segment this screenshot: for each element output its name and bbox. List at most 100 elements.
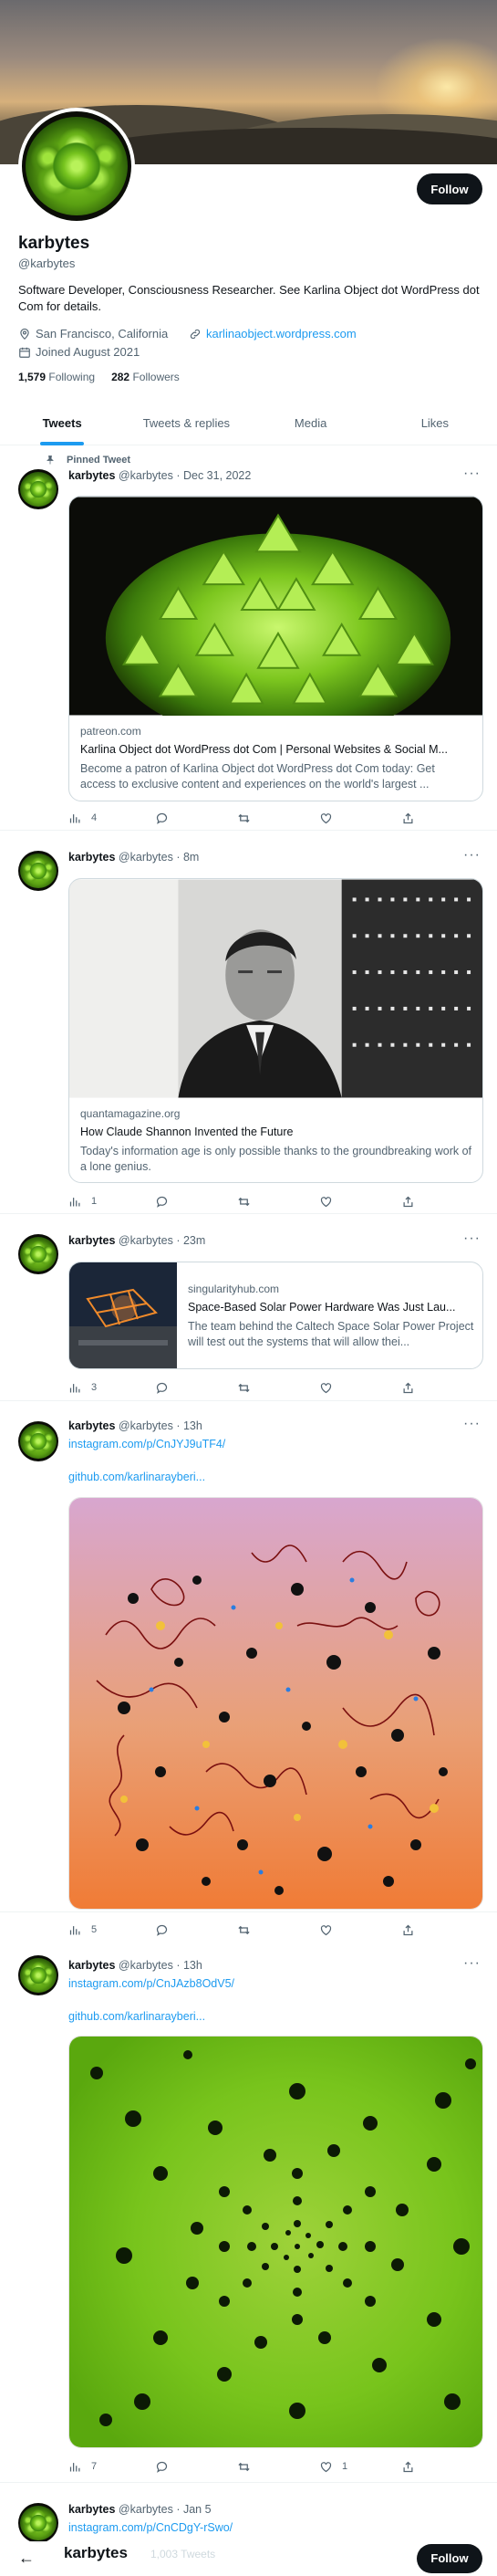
- tweet-header: karbytes @karbytes · 13h: [68, 1959, 202, 1972]
- retweet-button[interactable]: [237, 1195, 260, 1209]
- tweet-meta[interactable]: @karbytes · 23m: [119, 1234, 205, 1247]
- tweet-meta[interactable]: @karbytes · Jan 5: [119, 2503, 212, 2516]
- retweet-icon: [238, 1197, 250, 1206]
- like-button[interactable]: [319, 812, 342, 825]
- card-domain: patreon.com: [80, 725, 141, 738]
- tweet-link-instagram[interactable]: instagram.com/p/CnCDgY-rSwo/: [68, 2521, 233, 2534]
- share-button[interactable]: [401, 2460, 424, 2474]
- tweet[interactable]: Pinned Tweet karbytes @karbytes · Dec 31…: [0, 445, 497, 831]
- more-options-icon[interactable]: ···: [463, 1230, 481, 1247]
- tab-media[interactable]: Media: [249, 402, 373, 445]
- tweet-author-name[interactable]: karbytes: [68, 1234, 115, 1247]
- follow-button-sticky[interactable]: Follow: [417, 2543, 482, 2573]
- website-link[interactable]: karlinaobject.wordpress.com: [206, 327, 357, 340]
- tweet-avatar[interactable]: [18, 1955, 58, 1995]
- tweet-link-github[interactable]: github.com/karlinarayberi...: [68, 1471, 205, 1483]
- retweet-button[interactable]: [237, 1923, 260, 1937]
- tweet-link-github[interactable]: github.com/karlinarayberi...: [68, 2010, 205, 2023]
- profile-joined: Joined August 2021: [18, 345, 140, 359]
- card-image: [69, 879, 482, 1098]
- reply-button[interactable]: [155, 1195, 178, 1209]
- link-card[interactable]: patreon.com Karlina Object dot WordPress…: [68, 496, 483, 801]
- profile-website[interactable]: karlinaobject.wordpress.com: [189, 327, 357, 340]
- like-button[interactable]: [319, 1381, 342, 1395]
- tab-tweets-replies[interactable]: Tweets & replies: [124, 402, 248, 445]
- more-options-icon[interactable]: ···: [463, 1955, 481, 1972]
- back-arrow-icon[interactable]: ←: [18, 2549, 35, 2568]
- tweet-avatar[interactable]: [18, 2503, 58, 2543]
- share-button[interactable]: [401, 1195, 424, 1209]
- followers-link[interactable]: 282 Followers: [111, 371, 180, 383]
- tweet-author-name[interactable]: karbytes: [68, 851, 115, 864]
- doodle-art-image: [69, 1498, 482, 1909]
- reply-icon: [156, 1382, 168, 1394]
- profile-avatar[interactable]: [18, 108, 135, 225]
- joined-text: Joined August 2021: [36, 345, 140, 359]
- views-button[interactable]: 3: [68, 1381, 97, 1395]
- more-options-icon[interactable]: ···: [463, 466, 481, 482]
- profile-location: San Francisco, California: [18, 327, 168, 340]
- tweet-avatar[interactable]: [18, 1421, 58, 1461]
- tweet[interactable]: karbytes @karbytes · 23m ··· singularity…: [0, 1214, 497, 1401]
- tweet[interactable]: karbytes @karbytes · 13h ··· instagram.c…: [0, 1944, 497, 2483]
- tweet-meta[interactable]: @karbytes · 8m: [119, 851, 199, 864]
- views-button[interactable]: 5: [68, 1923, 97, 1937]
- tweet-author-name[interactable]: karbytes: [68, 1959, 115, 1972]
- tweet-author-name[interactable]: karbytes: [68, 2503, 115, 2516]
- tweet-avatar[interactable]: [18, 1234, 58, 1274]
- tweet-author-name[interactable]: karbytes: [68, 469, 115, 482]
- tweet-media-image[interactable]: [68, 1497, 483, 1910]
- profile-bio: Software Developer, Consciousness Resear…: [18, 283, 480, 313]
- like-button[interactable]: [319, 1195, 342, 1209]
- like-button[interactable]: 1: [319, 2460, 347, 2474]
- location-text: San Francisco, California: [36, 327, 169, 340]
- views-button[interactable]: 1: [68, 1195, 97, 1209]
- share-button[interactable]: [401, 1923, 424, 1937]
- share-button[interactable]: [401, 812, 424, 825]
- share-button[interactable]: [401, 1381, 424, 1395]
- tweet-media-image[interactable]: [68, 2036, 483, 2448]
- views-icon: [69, 1925, 80, 1934]
- following-link[interactable]: 1,579 Following: [18, 371, 95, 383]
- retweet-button[interactable]: [237, 2460, 260, 2474]
- tweet-avatar[interactable]: [18, 851, 58, 891]
- more-options-icon[interactable]: ···: [463, 1416, 481, 1432]
- share-icon: [403, 2461, 413, 2472]
- like-button[interactable]: [319, 1923, 342, 1937]
- tweet[interactable]: karbytes @karbytes · 13h ··· instagram.c…: [0, 1401, 497, 1912]
- views-icon: [69, 1383, 80, 1392]
- link-card[interactable]: singularityhub.com Space-Based Solar Pow…: [68, 1262, 483, 1369]
- tweet-link-instagram[interactable]: instagram.com/p/CnJAzb8OdV5/: [68, 1977, 234, 1990]
- tweet[interactable]: karbytes @karbytes · 8m ··· quantamagazi…: [0, 831, 497, 1214]
- tweet-meta[interactable]: @karbytes · 13h: [119, 1419, 202, 1432]
- card-description: Become a patron of Karlina Object dot Wo…: [80, 762, 435, 791]
- tweet-actions: 5: [68, 1921, 483, 1939]
- views-button[interactable]: 7: [68, 2460, 97, 2474]
- reply-button[interactable]: [155, 812, 178, 825]
- heart-icon: [320, 1924, 332, 1935]
- tweet-link-instagram[interactable]: instagram.com/p/CnJYJ9uTF4/: [68, 1438, 225, 1450]
- tweet-header: karbytes @karbytes · Dec 31, 2022: [68, 469, 251, 482]
- profile-handle: @karbytes: [18, 257, 76, 270]
- tab-likes[interactable]: Likes: [373, 402, 497, 445]
- reply-button[interactable]: [155, 2460, 178, 2474]
- tab-tweets[interactable]: Tweets: [0, 402, 124, 445]
- retweet-button[interactable]: [237, 812, 260, 825]
- calendar-icon: [19, 347, 30, 358]
- reply-button[interactable]: [155, 1923, 178, 1937]
- reply-button[interactable]: [155, 1381, 178, 1395]
- card-description: The team behind the Caltech Space Solar …: [188, 1320, 474, 1348]
- tweet-meta[interactable]: @karbytes · 13h: [119, 1959, 202, 1972]
- tweet-meta[interactable]: @karbytes · Dec 31, 2022: [119, 469, 251, 482]
- retweet-icon: [238, 1383, 250, 1392]
- more-options-icon[interactable]: ···: [463, 847, 481, 864]
- retweet-button[interactable]: [237, 1381, 260, 1395]
- tweet-actions: 3: [68, 1378, 483, 1397]
- tweet-avatar[interactable]: [18, 469, 58, 509]
- views-icon: [69, 1197, 80, 1206]
- views-button[interactable]: 4: [68, 812, 97, 825]
- tweet-author-name[interactable]: karbytes: [68, 1419, 115, 1432]
- follow-button[interactable]: Follow: [417, 173, 482, 204]
- link-card[interactable]: quantamagazine.org How Claude Shannon In…: [68, 878, 483, 1183]
- sticky-profile-bar: ← karbytes 1,003 Tweets Follow: [0, 2541, 497, 2576]
